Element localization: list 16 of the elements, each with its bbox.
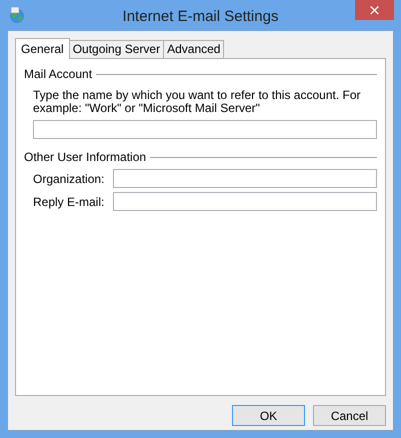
input-field[interactable] bbox=[113, 169, 377, 188]
dialog-button[interactable]: Cancel bbox=[313, 405, 386, 426]
group-heading: Other User Information bbox=[24, 150, 146, 164]
tab[interactable]: Advanced bbox=[163, 40, 224, 58]
input-field[interactable] bbox=[113, 192, 377, 211]
account-name-field[interactable] bbox=[33, 120, 377, 139]
field-label: Reply E-mail: bbox=[33, 194, 106, 208]
tab[interactable]: Outgoing Server bbox=[68, 40, 164, 58]
close-button[interactable]: × bbox=[355, 0, 394, 20]
description-text: Type the name by which you want to refer to this account. For example: "Work" or "Microsoft Mail Server" bbox=[33, 89, 362, 115]
globe-icon bbox=[8, 6, 26, 24]
dialog-button[interactable]: OK bbox=[232, 405, 305, 426]
field-label: Organization: bbox=[33, 172, 106, 186]
window-title: Internet E-mail Settings bbox=[122, 6, 278, 24]
tab[interactable]: General bbox=[15, 38, 70, 59]
group-heading: Mail Account bbox=[24, 67, 92, 81]
